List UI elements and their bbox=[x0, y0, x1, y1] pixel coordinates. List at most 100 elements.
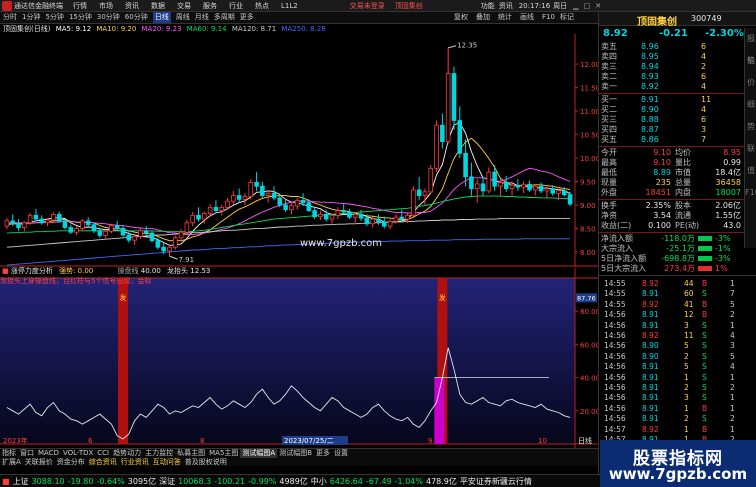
period-tab-15min[interactable]: 15分钟 bbox=[69, 12, 92, 23]
tab-互动问答[interactable]: 互动问答 bbox=[151, 458, 183, 466]
candlestick-chart[interactable]: 12.00 11.50 11.00 10.50 10.00 9.50 9.00 8.50 8.0… bbox=[0, 34, 598, 267]
menu-item-数据[interactable]: 数据 bbox=[151, 0, 165, 11]
bid-row[interactable]: 买三 8.88 6 bbox=[601, 115, 743, 125]
flow-row: 5日净流入额 -698.8万 -3% bbox=[601, 254, 731, 263]
tab-主力监控[interactable]: 主力监控 bbox=[143, 449, 175, 458]
quote-change-pct: -2.30% bbox=[705, 28, 744, 39]
side-tab-报价[interactable]: 报价 bbox=[745, 28, 756, 65]
tab-关联报价[interactable]: 关联报价 bbox=[23, 458, 55, 466]
side-tab-笔[interactable]: 笔 bbox=[745, 50, 756, 72]
tick-row[interactable]: 14:56 8.90 5 S 3 bbox=[604, 340, 754, 351]
price-tick-label: 9.00 bbox=[580, 202, 596, 210]
tab-综合资讯[interactable]: 综合资讯 bbox=[87, 458, 119, 466]
tab-ma5主图[interactable]: MA5主图 bbox=[207, 449, 240, 458]
tick-row[interactable]: 14:56 8.91 3 S 1 bbox=[604, 392, 754, 403]
tab-趋势动力[interactable]: 趋势动力 bbox=[111, 449, 143, 458]
f10-button[interactable]: F10 bbox=[542, 12, 555, 23]
period-tab-分时[interactable]: 分时 bbox=[3, 12, 17, 23]
tick-row[interactable]: 14:56 8.91 2 S 2 bbox=[604, 413, 754, 424]
close-icon[interactable]: ✕ bbox=[595, 0, 601, 11]
bid-row[interactable]: 买一 8.91 11 bbox=[601, 95, 743, 105]
menu-item-交易[interactable]: 交易 bbox=[177, 0, 191, 11]
restore-rights-button[interactable]: 复权 bbox=[454, 12, 468, 23]
side-tab-f10[interactable]: F10 bbox=[745, 182, 756, 204]
tab-普及股权说明[interactable]: 普及股权说明 bbox=[183, 458, 229, 466]
candle-body bbox=[486, 171, 492, 192]
period-tab-monthly[interactable]: 月线 bbox=[195, 12, 209, 23]
ask-row[interactable]: 卖四 8.95 4 bbox=[601, 52, 743, 62]
tab-指标[interactable]: 指标 bbox=[0, 449, 18, 458]
high-label: 12.35 bbox=[457, 42, 477, 50]
ask-row[interactable]: 卖二 8.93 6 bbox=[601, 72, 743, 82]
tick-row[interactable]: 14:56 8.91 3 S 1 bbox=[604, 320, 754, 331]
bid-row[interactable]: 买五 8.86 7 bbox=[601, 135, 743, 145]
maximize-icon[interactable]: □ bbox=[584, 0, 591, 11]
overlay-button[interactable]: 叠加 bbox=[476, 12, 490, 23]
tab-私募主图[interactable]: 私募主图 bbox=[175, 449, 207, 458]
menu-item-功能[interactable]: 功能 bbox=[481, 0, 495, 11]
tick-row[interactable]: 14:56 8.90 2 S 5 bbox=[604, 351, 754, 362]
candle-body bbox=[178, 231, 184, 239]
status-sz-label[interactable]: 深证 bbox=[159, 477, 175, 486]
menu-item-市场[interactable]: 市场 bbox=[99, 0, 113, 11]
period-tab-daily[interactable]: 日线 bbox=[152, 12, 171, 23]
status-zx-label[interactable]: 中小 bbox=[311, 477, 327, 486]
ask-row[interactable]: 卖五 8.96 6 bbox=[601, 42, 743, 52]
tab-更多[interactable]: 更多 bbox=[314, 449, 332, 458]
indicator-tick-label: 20.00 bbox=[580, 408, 598, 416]
side-tab-价[interactable]: 价 bbox=[745, 72, 756, 94]
draw-button[interactable]: 画线 bbox=[520, 12, 534, 23]
period-tab-weekly[interactable]: 周线 bbox=[176, 12, 190, 23]
tick-row[interactable]: 14:56 8.92 11 S 4 bbox=[604, 330, 754, 341]
tick-row[interactable]: 14:56 8.91 12 B 2 bbox=[604, 309, 754, 320]
tab-macd[interactable]: MACD bbox=[36, 449, 61, 458]
tick-side: S bbox=[702, 393, 707, 403]
tab-行业资讯[interactable]: 行业资讯 bbox=[119, 458, 151, 466]
indicator-chart[interactable]: 发 发 80.00 60.00 40.00 20.00 87.76 2023年 6 8 2023/0… bbox=[0, 268, 598, 448]
side-tab-细[interactable]: 细 bbox=[745, 94, 756, 116]
menu-item-服务[interactable]: 服务 bbox=[203, 0, 217, 11]
tick-row[interactable]: 14:57 8.92 1 B 1 bbox=[604, 424, 754, 435]
menu-item-热点[interactable]: 热点 bbox=[255, 0, 269, 11]
tab-测试幅图b[interactable]: 测试幅图B bbox=[277, 449, 314, 458]
tab-扩展a[interactable]: 扩展A bbox=[0, 458, 23, 466]
period-tab-1min[interactable]: 1分钟 bbox=[22, 12, 40, 23]
tick-row[interactable]: 14:56 8.91 1 B 1 bbox=[604, 403, 754, 414]
bid-row[interactable]: 买二 8.90 4 bbox=[601, 105, 743, 115]
tab-设置[interactable]: 设置 bbox=[332, 449, 350, 458]
tick-row[interactable]: 14:56 8.91 1 S 1 bbox=[604, 372, 754, 383]
tab-vol-tdx[interactable]: VOL-TDX bbox=[61, 449, 95, 458]
period-tab-more[interactable]: 更多 bbox=[240, 12, 254, 23]
tick-row[interactable]: 14:55 8.92 44 B 1 bbox=[604, 278, 754, 289]
period-tab-5min[interactable]: 5分钟 bbox=[45, 12, 63, 23]
menu-item-行情[interactable]: 行情 bbox=[73, 0, 87, 11]
period-tab-multi[interactable]: 多周期 bbox=[214, 12, 235, 23]
tab-窗口[interactable]: 窗口 bbox=[18, 449, 36, 458]
menu-item-行业[interactable]: 行业 bbox=[229, 0, 243, 11]
side-tab-值[interactable]: 值 bbox=[745, 160, 756, 182]
period-tab-30min[interactable]: 30分钟 bbox=[97, 12, 120, 23]
ask-row[interactable]: 卖一 8.92 4 bbox=[601, 82, 743, 92]
tick-row[interactable]: 14:55 8.92 41 B 5 bbox=[604, 299, 754, 310]
period-tab-60min[interactable]: 60分钟 bbox=[125, 12, 148, 23]
tick-count: 1 bbox=[730, 424, 735, 434]
menu-item-资讯-right[interactable]: 资讯 bbox=[499, 0, 513, 11]
tab-测试幅图a[interactable]: 测试幅图A bbox=[240, 449, 278, 458]
menu-item-资讯[interactable]: 资讯 bbox=[125, 0, 139, 11]
tick-row[interactable]: 14:55 8.91 60 S 7 bbox=[604, 288, 754, 299]
trade-login-alert[interactable]: 交易未登录 bbox=[350, 0, 385, 11]
mark-button[interactable]: 标记 bbox=[560, 12, 574, 23]
candle-body bbox=[132, 236, 137, 241]
menu-item-l1l2[interactable]: L1L2 bbox=[281, 0, 298, 11]
ask-row[interactable]: 卖三 8.94 2 bbox=[601, 62, 743, 72]
bid-row[interactable]: 买四 8.87 3 bbox=[601, 125, 743, 135]
minimize-icon[interactable]: ▁ bbox=[573, 0, 578, 11]
tab-cci[interactable]: CCI bbox=[95, 449, 111, 458]
stats-button[interactable]: 统计 bbox=[498, 12, 512, 23]
tab-资金分布[interactable]: 资金分布 bbox=[55, 458, 87, 466]
side-tab-联[interactable]: 联 bbox=[745, 138, 756, 160]
tick-row[interactable]: 14:56 8.91 2 S 2 bbox=[604, 382, 754, 393]
side-tab-势[interactable]: 势 bbox=[745, 116, 756, 138]
status-sh-label[interactable]: 上证 bbox=[13, 477, 29, 486]
tick-row[interactable]: 14:56 8.91 5 S 4 bbox=[604, 361, 754, 372]
